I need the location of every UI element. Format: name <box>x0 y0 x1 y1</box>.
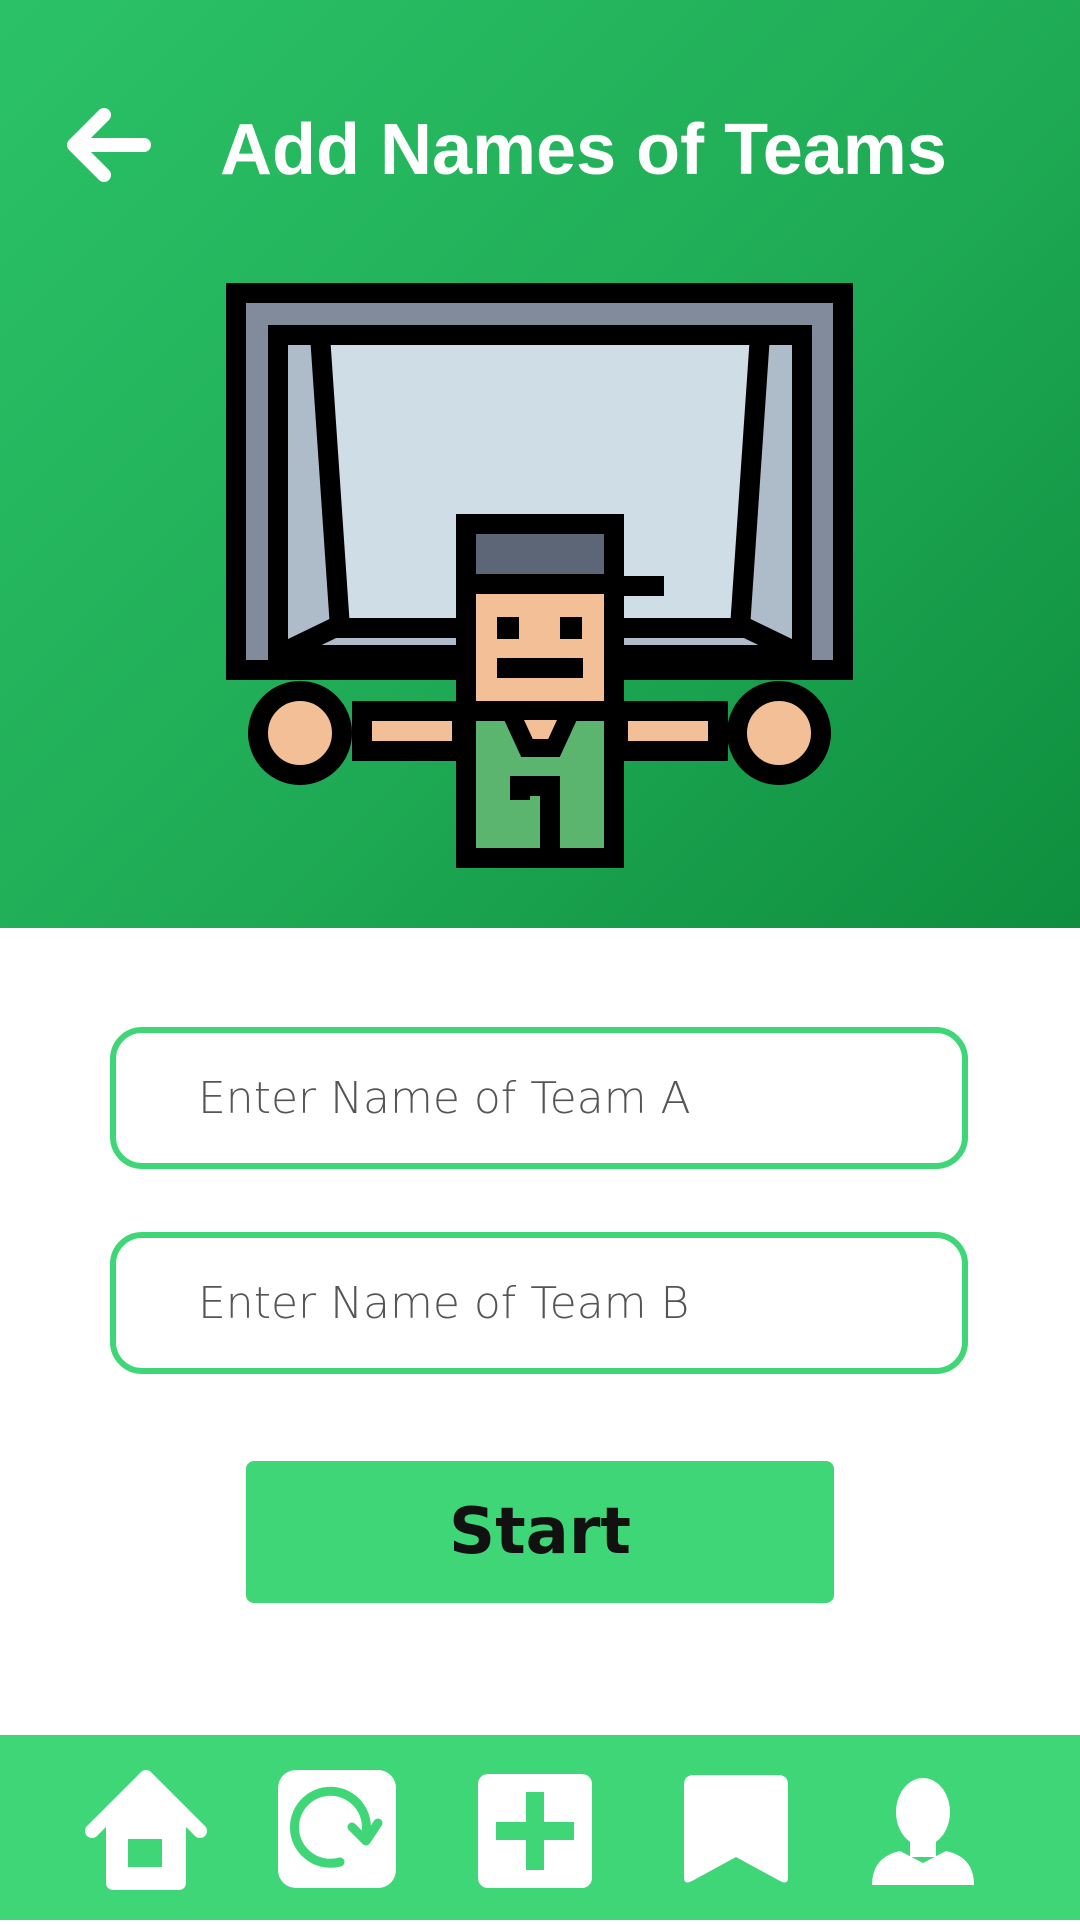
goalkeeper-illustration <box>226 283 853 868</box>
team-b-input[interactable] <box>196 1276 922 1330</box>
profile-icon <box>872 1778 974 1885</box>
header-banner: Add Names of Teams <box>0 0 1080 928</box>
arrow-left-icon <box>67 108 151 182</box>
nav-add[interactable] <box>478 1735 592 1920</box>
bottom-navigation <box>0 1735 1080 1920</box>
start-button[interactable]: Start <box>246 1461 834 1603</box>
home-icon <box>85 1770 207 1890</box>
nav-history[interactable] <box>278 1735 396 1920</box>
page-title: Add Names of Teams <box>220 110 947 190</box>
back-button[interactable] <box>60 105 160 185</box>
nav-profile[interactable] <box>870 1735 976 1920</box>
nav-bookmark[interactable] <box>684 1735 788 1920</box>
team-a-input[interactable] <box>196 1071 922 1125</box>
add-icon <box>478 1774 592 1888</box>
nav-home[interactable] <box>80 1735 212 1920</box>
team-a-field[interactable] <box>110 1027 968 1169</box>
bookmark-icon <box>684 1775 788 1883</box>
history-icon <box>278 1770 396 1888</box>
team-b-field[interactable] <box>110 1232 968 1374</box>
